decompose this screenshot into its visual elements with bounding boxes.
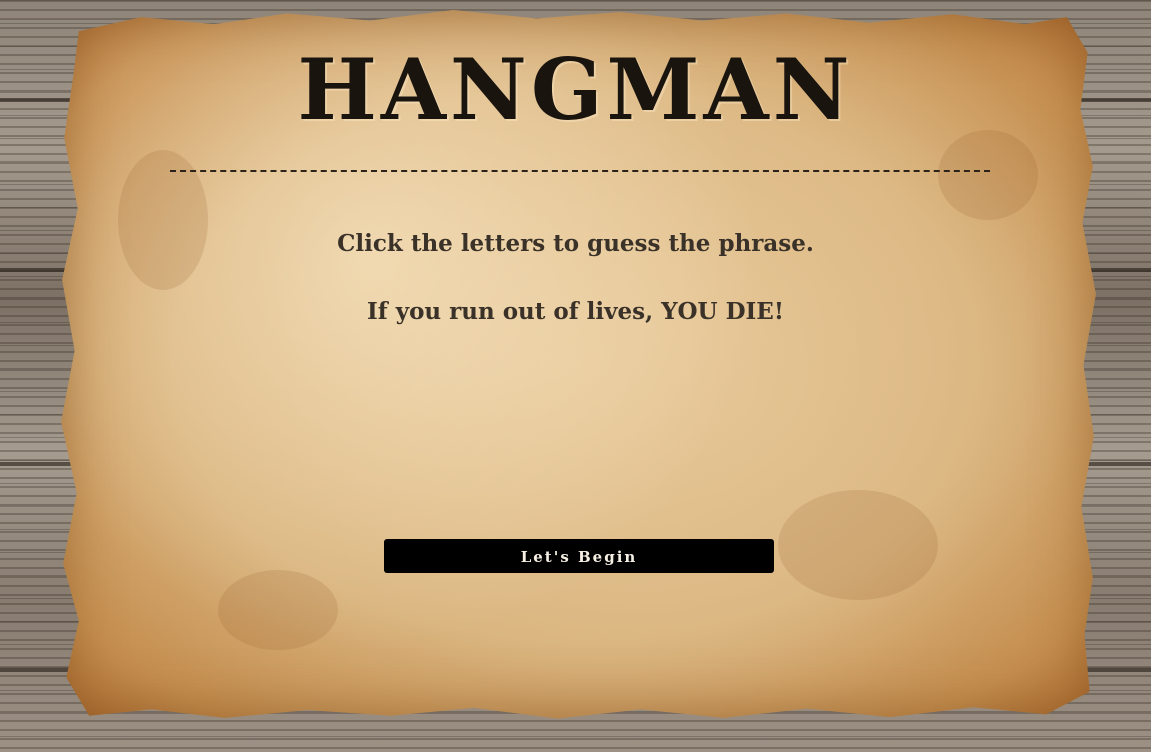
title-divider	[170, 170, 990, 172]
instruction-lives-warning: If you run out of lives, YOU DIE!	[367, 298, 784, 325]
parchment-stain	[218, 570, 338, 650]
lets-begin-button[interactable]: Let's Begin	[384, 539, 774, 573]
parchment-stain	[938, 130, 1038, 220]
game-title: HANGMAN	[297, 40, 854, 139]
parchment-stain	[778, 490, 938, 600]
instruction-guess-letters: Click the letters to guess the phrase.	[337, 230, 814, 257]
